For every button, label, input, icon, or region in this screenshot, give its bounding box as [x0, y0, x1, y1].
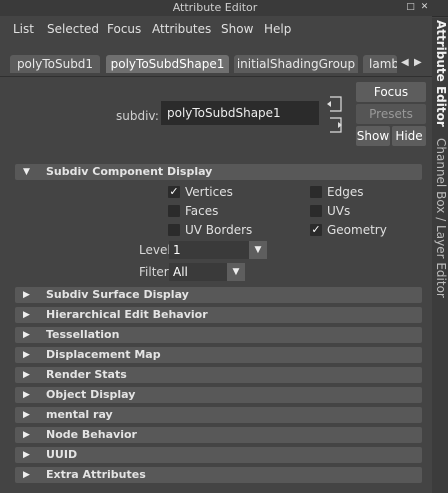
tab-scroll-right-icon[interactable]: ▶ — [414, 57, 422, 68]
node-name-field[interactable]: polyToSubdShape1 — [161, 101, 319, 125]
side-tab-attribute-editor[interactable]: Attribute Editor — [434, 20, 448, 127]
geometry-checkbox[interactable]: ✓ — [310, 224, 322, 236]
menu-bar: List Selected Focus Attributes Show Help — [0, 16, 432, 42]
collapsed-triangle-icon: ▶ — [23, 350, 30, 360]
hide-button[interactable]: Hide — [392, 126, 426, 146]
uv-borders-label: UV Borders — [185, 223, 253, 237]
collapsed-triangle-icon: ▶ — [23, 410, 30, 420]
section-extra-attributes[interactable]: ▶ Extra Attributes — [15, 467, 422, 483]
menu-attributes[interactable]: Attributes — [152, 22, 211, 36]
node-tabs: polyToSubd1 polyToSubdShape1 initialShad… — [0, 50, 432, 77]
section-node-behavior[interactable]: ▶ Node Behavior — [15, 427, 422, 443]
show-button[interactable]: Show — [356, 126, 390, 146]
level-label: Level — [139, 243, 171, 257]
expanded-triangle-icon: ▼ — [23, 167, 30, 177]
edges-label: Edges — [327, 185, 364, 199]
vertices-checkbox[interactable]: ✓ — [168, 186, 180, 198]
faces-label: Faces — [185, 204, 219, 218]
section-uuid[interactable]: ▶ UUID — [15, 447, 422, 463]
uvs-label: UVs — [327, 204, 351, 218]
chevron-down-icon: ▼ — [227, 263, 245, 281]
collapsed-triangle-icon: ▶ — [23, 310, 30, 320]
title-bar: Attribute Editor □ ✕ — [0, 0, 448, 17]
collapsed-triangle-icon: ▶ — [23, 430, 30, 440]
focus-button[interactable]: Focus — [356, 82, 426, 102]
section-subdiv-surface-display[interactable]: ▶ Subdiv Surface Display — [15, 287, 422, 303]
float-window-icon[interactable]: □ — [405, 2, 416, 13]
section-displacement-map[interactable]: ▶ Displacement Map — [15, 347, 422, 363]
menu-focus[interactable]: Focus — [107, 22, 141, 36]
filter-label: Filter — [139, 265, 169, 279]
filter-dropdown[interactable]: All ▼ — [169, 263, 245, 281]
section-hierarchical-edit-behavior[interactable]: ▶ Hierarchical Edit Behavior — [15, 307, 422, 323]
uv-borders-checkbox[interactable] — [168, 224, 180, 236]
collapsed-triangle-icon: ▶ — [23, 390, 30, 400]
section-render-stats[interactable]: ▶ Render Stats — [15, 367, 422, 383]
close-icon[interactable]: ✕ — [419, 2, 430, 13]
select-input-node-icon[interactable] — [326, 96, 344, 112]
tab-lambert[interactable]: lamb — [363, 55, 397, 73]
collapsed-triangle-icon: ▶ — [23, 450, 30, 460]
select-output-node-icon[interactable] — [326, 117, 344, 133]
tab-scroll-left-icon[interactable]: ◀ — [401, 57, 409, 68]
section-tessellation[interactable]: ▶ Tessellation — [15, 327, 422, 343]
side-tabs: Attribute Editor Channel Box / Layer Edi… — [432, 18, 448, 493]
uvs-checkbox[interactable] — [310, 205, 322, 217]
menu-list[interactable]: List — [13, 22, 34, 36]
menu-show[interactable]: Show — [221, 22, 253, 36]
collapsed-triangle-icon: ▶ — [23, 290, 30, 300]
collapsed-triangle-icon: ▶ — [23, 470, 30, 480]
tab-polytosubdshape1[interactable]: polyToSubdShape1 — [106, 55, 229, 73]
menu-selected[interactable]: Selected — [47, 22, 99, 36]
menu-help[interactable]: Help — [264, 22, 291, 36]
tab-initialshadinggroup[interactable]: initialShadingGroup — [234, 55, 358, 73]
chevron-down-icon: ▼ — [249, 241, 267, 259]
presets-button[interactable]: Presets — [356, 104, 426, 124]
faces-checkbox[interactable] — [168, 205, 180, 217]
side-tab-channel-box[interactable]: Channel Box / Layer Editor — [434, 138, 448, 298]
tab-polytosubd1[interactable]: polyToSubd1 — [10, 55, 100, 73]
section-mental-ray[interactable]: ▶ mental ray — [15, 407, 422, 423]
collapsed-triangle-icon: ▶ — [23, 370, 30, 380]
level-dropdown[interactable]: 1 ▼ — [169, 241, 267, 259]
geometry-label: Geometry — [327, 223, 387, 237]
node-name-label: subdiv: — [116, 109, 159, 123]
window-title: Attribute Editor — [172, 1, 258, 14]
section-subdiv-component-display[interactable]: ▼ Subdiv Component Display — [15, 164, 422, 180]
edges-checkbox[interactable] — [310, 186, 322, 198]
vertices-label: Vertices — [185, 185, 233, 199]
section-object-display[interactable]: ▶ Object Display — [15, 387, 422, 403]
collapsed-triangle-icon: ▶ — [23, 330, 30, 340]
